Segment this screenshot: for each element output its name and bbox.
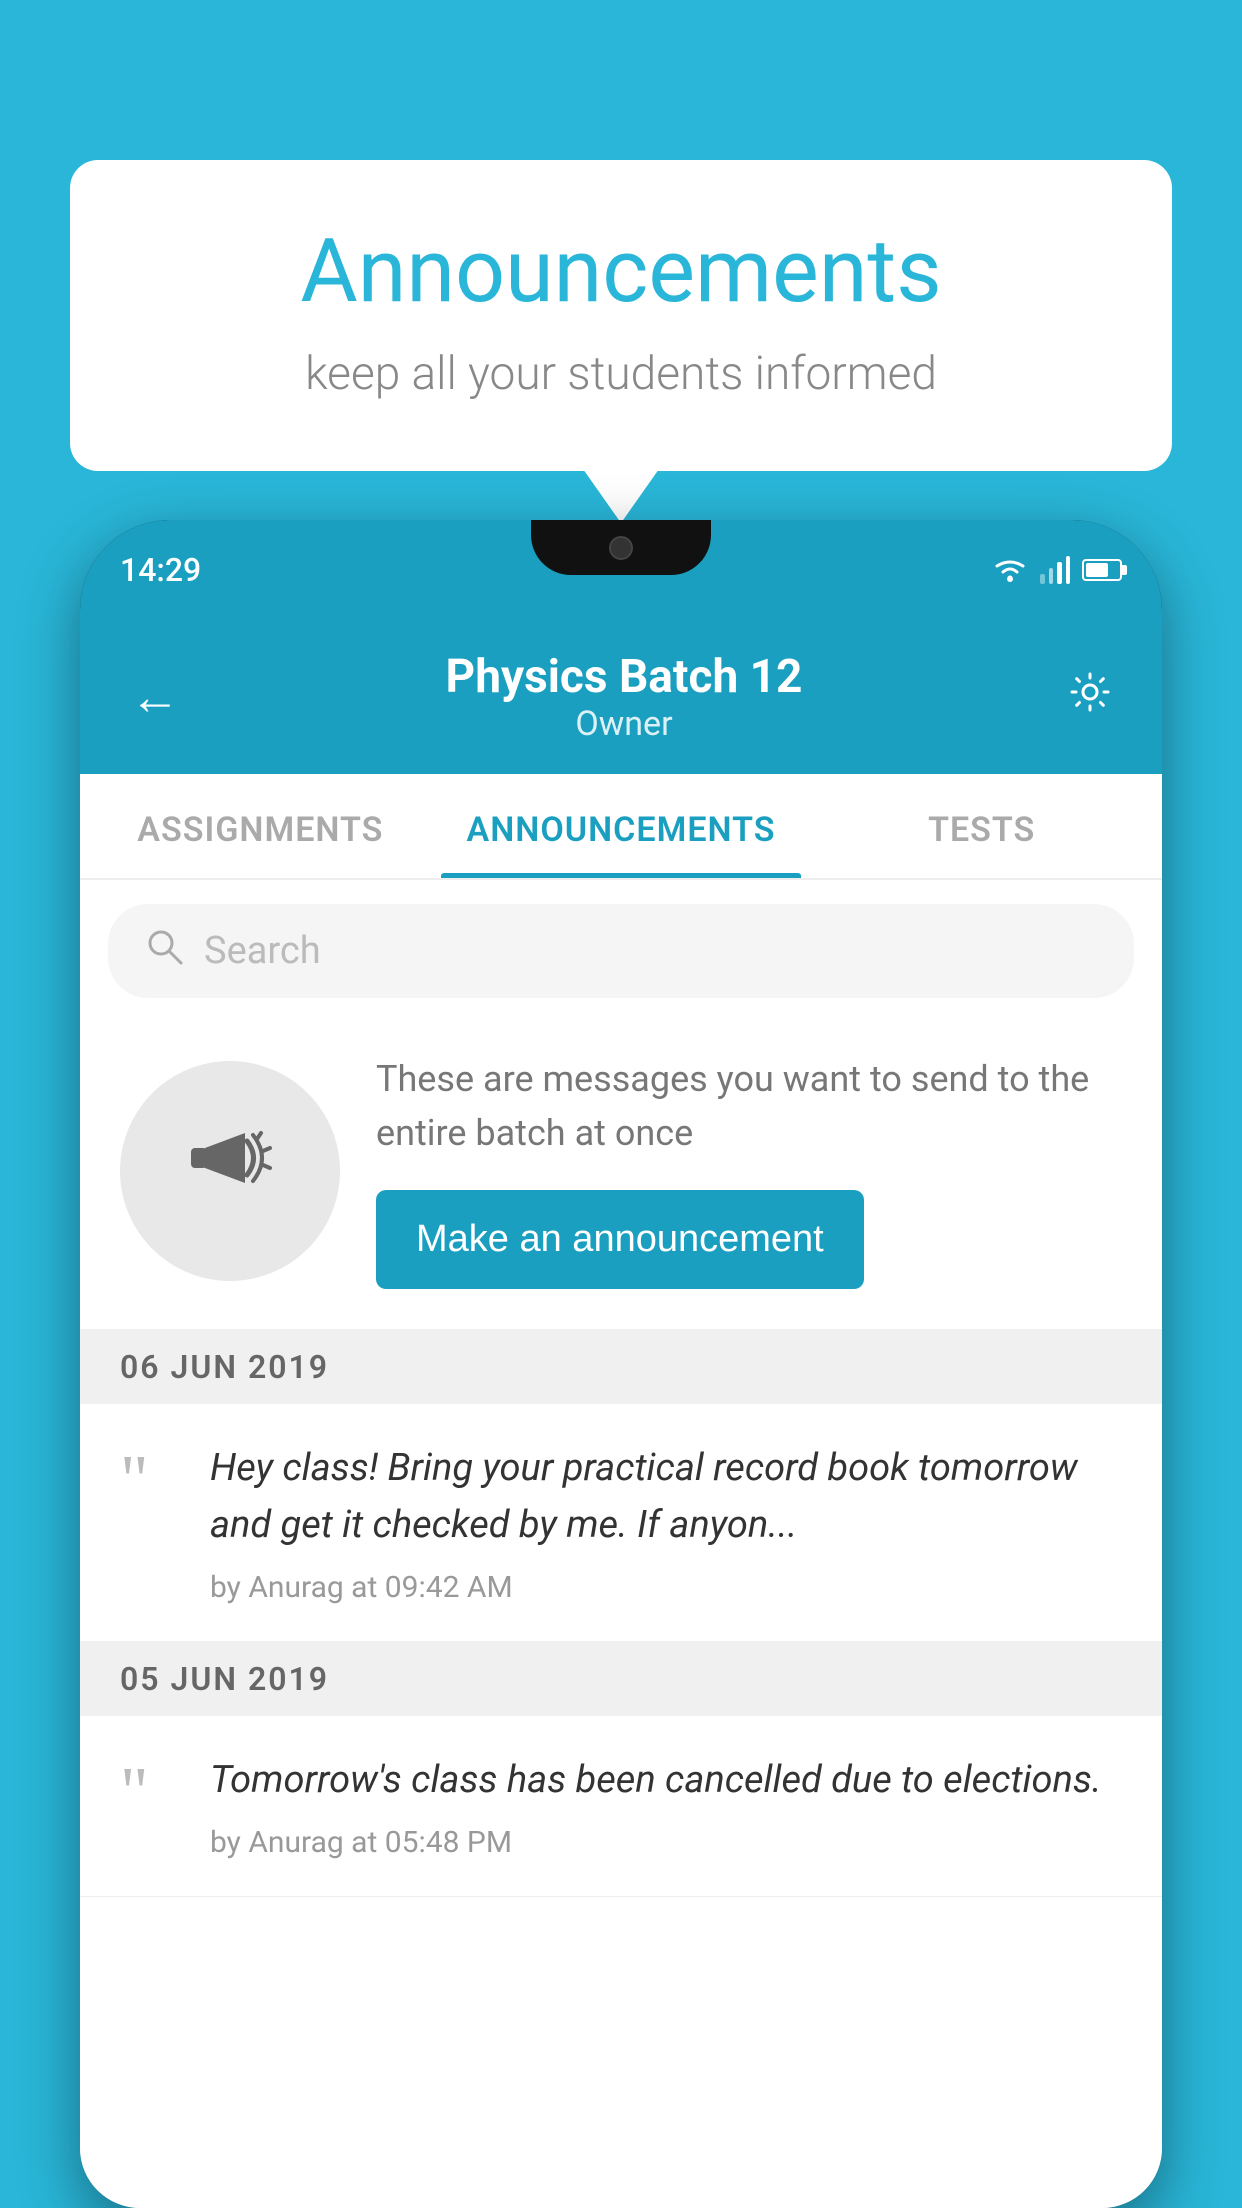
- speech-bubble-container: Announcements keep all your students inf…: [70, 160, 1172, 471]
- battery-icon: [1082, 559, 1122, 581]
- phone-notch: [531, 520, 711, 575]
- speech-bubble: Announcements keep all your students inf…: [70, 160, 1172, 471]
- tab-tests[interactable]: TESTS: [801, 774, 1162, 878]
- phone-frame: 14:29 ←: [80, 520, 1162, 2208]
- announcement-promo: These are messages you want to send to t…: [80, 1022, 1162, 1330]
- search-bar[interactable]: Search: [108, 904, 1134, 998]
- content-area: Search: [80, 880, 1162, 2208]
- quote-icon-2: ": [120, 1758, 180, 1828]
- announcement-text-2: Tomorrow's class has been cancelled due …: [210, 1752, 1122, 1809]
- tab-announcements[interactable]: ANNOUNCEMENTS: [441, 774, 802, 878]
- phone-camera: [609, 536, 633, 560]
- status-bar: 14:29: [80, 520, 1162, 620]
- tabs-container: ASSIGNMENTS ANNOUNCEMENTS TESTS: [80, 774, 1162, 880]
- phone-content: ← Physics Batch 12 Owner ASSIGNMENTS ANN…: [80, 620, 1162, 2208]
- announcement-content-2: Tomorrow's class has been cancelled due …: [210, 1752, 1122, 1860]
- signal-icon: [1040, 556, 1070, 584]
- quote-icon-1: ": [120, 1446, 180, 1516]
- tab-assignments[interactable]: ASSIGNMENTS: [80, 774, 441, 878]
- back-button[interactable]: ←: [120, 658, 190, 737]
- settings-button[interactable]: [1058, 660, 1122, 735]
- date-divider-2: 05 JUN 2019: [80, 1642, 1162, 1716]
- announcement-meta-1: by Anurag at 09:42 AM: [210, 1570, 1122, 1605]
- search-icon: [144, 926, 184, 976]
- date-divider-1: 06 JUN 2019: [80, 1330, 1162, 1404]
- promo-description: These are messages you want to send to t…: [376, 1052, 1122, 1160]
- header-subtitle: Owner: [446, 704, 803, 744]
- announcement-item-2: " Tomorrow's class has been cancelled du…: [80, 1716, 1162, 1897]
- status-time: 14:29: [120, 551, 201, 589]
- status-icons: [992, 556, 1122, 584]
- bubble-title: Announcements: [150, 220, 1092, 323]
- megaphone-circle: [120, 1061, 340, 1281]
- app-header: ← Physics Batch 12 Owner: [80, 620, 1162, 774]
- gear-icon: [1068, 670, 1112, 714]
- bubble-subtitle: keep all your students informed: [150, 347, 1092, 401]
- promo-content: These are messages you want to send to t…: [376, 1052, 1122, 1289]
- search-placeholder: Search: [204, 929, 321, 973]
- make-announcement-button[interactable]: Make an announcement: [376, 1190, 864, 1289]
- announcement-text-1: Hey class! Bring your practical record b…: [210, 1440, 1122, 1554]
- header-title-group: Physics Batch 12 Owner: [446, 650, 803, 744]
- announcement-item-1: " Hey class! Bring your practical record…: [80, 1404, 1162, 1642]
- header-title: Physics Batch 12: [446, 650, 803, 704]
- megaphone-icon: [175, 1103, 285, 1238]
- announcement-meta-2: by Anurag at 05:48 PM: [210, 1825, 1122, 1860]
- wifi-icon: [992, 556, 1028, 584]
- announcement-content-1: Hey class! Bring your practical record b…: [210, 1440, 1122, 1605]
